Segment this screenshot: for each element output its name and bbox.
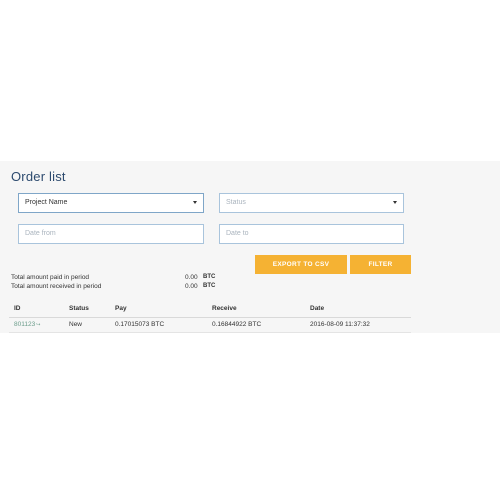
column-header-id[interactable]: ID	[14, 305, 21, 312]
external-link-icon: ↪	[36, 322, 41, 328]
date-to-placeholder: Date to	[226, 230, 249, 237]
status-select-placeholder: Status	[226, 199, 246, 206]
order-pay: 0.17015073 BTC	[115, 321, 165, 328]
column-header-receive[interactable]: Receive	[212, 305, 237, 312]
export-csv-button[interactable]: EXPORT TO CSV	[255, 255, 347, 274]
project-select[interactable]: Project Name	[18, 193, 204, 213]
total-received-value: 0.00	[185, 283, 198, 290]
column-header-pay[interactable]: Pay	[115, 305, 127, 312]
table-header-divider	[9, 317, 411, 318]
order-id-text: 801123	[14, 321, 36, 328]
project-select-value: Project Name	[25, 199, 68, 206]
order-receive: 0.16844922 BTC	[212, 321, 262, 328]
chevron-down-icon	[393, 201, 397, 204]
chevron-down-icon	[193, 201, 197, 204]
filter-button[interactable]: FILTER	[350, 255, 411, 274]
column-header-date[interactable]: Date	[310, 305, 324, 312]
status-select[interactable]: Status	[219, 193, 404, 213]
total-paid-unit: BTC	[203, 274, 216, 280]
order-date: 2016-08-09 11:37:32	[310, 321, 370, 328]
date-from-placeholder: Date from	[25, 230, 56, 237]
total-paid-label: Total amount paid in period	[11, 274, 90, 281]
page-title: Order list	[11, 169, 66, 184]
table-row-divider	[9, 332, 411, 333]
order-status: New	[69, 321, 83, 328]
column-header-status[interactable]: Status	[69, 305, 89, 312]
date-from-input[interactable]: Date from	[18, 224, 204, 244]
date-to-input[interactable]: Date to	[219, 224, 404, 244]
total-received-label: Total amount received in period	[11, 283, 102, 290]
total-received-unit: BTC	[203, 283, 216, 289]
order-id-link[interactable]: 801123↪	[14, 321, 40, 328]
total-paid-value: 0.00	[185, 274, 198, 281]
